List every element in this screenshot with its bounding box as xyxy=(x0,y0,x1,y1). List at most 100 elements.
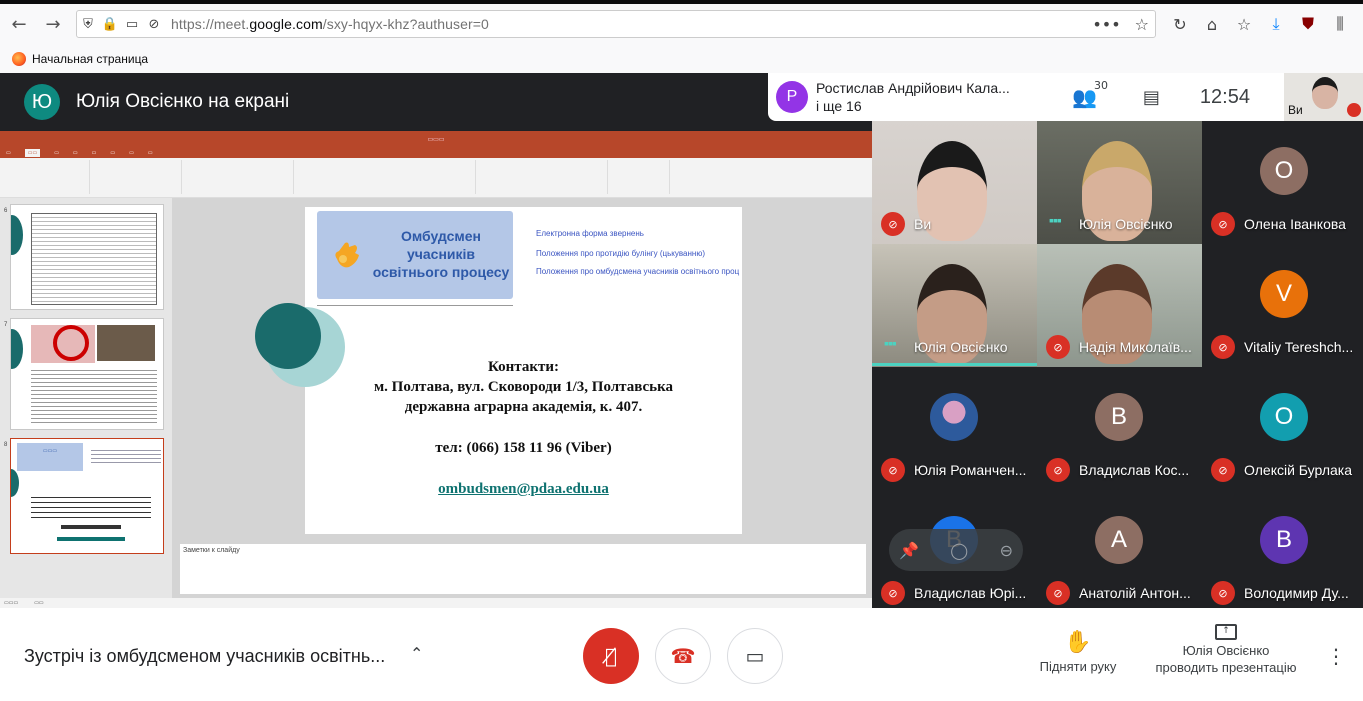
tile-hover-controls: 📌 ◯ ⊖ xyxy=(889,529,1023,571)
raise-hand-label: Підняти руку xyxy=(1039,659,1117,674)
mic-off-icon: ⊘ xyxy=(1211,335,1235,359)
ribbon-group-paragraph xyxy=(296,160,476,194)
slide-editor: Омбудсмен учасників освітнього процесу Е… xyxy=(172,198,872,598)
presenting-line1: Юлія Овсієнко xyxy=(1182,643,1270,658)
participant-name: Олексій Бурлака xyxy=(1244,462,1352,478)
active-speaker-more: і ще 16 xyxy=(816,98,862,114)
slide-thumb-6[interactable] xyxy=(10,204,164,310)
participant-photo xyxy=(930,393,978,441)
active-speaker-name: Ростислав Андрійович Кала... xyxy=(816,80,1010,96)
raise-hand-button[interactable]: ✋ Підняти руку xyxy=(1030,630,1126,674)
self-view-thumbnail[interactable]: Ви xyxy=(1284,73,1363,121)
thumb-number: 7 xyxy=(4,322,8,328)
bookmark-star-icon[interactable]: ☆ xyxy=(1135,15,1149,34)
participant-tile[interactable]: А ⊘ Анатолій Антон... xyxy=(1037,490,1202,613)
slide-thumb-7[interactable] xyxy=(10,318,164,430)
ribbon-group-font xyxy=(184,160,294,194)
slide-thumb-8-selected[interactable]: ▭▭▭ xyxy=(10,438,164,554)
mic-blocked-icon[interactable]: ⊘ xyxy=(143,17,165,32)
participant-name: Владислав Юрі... xyxy=(914,585,1027,601)
back-icon[interactable]: ← xyxy=(4,9,34,39)
participant-tile[interactable]: В ⊘ Владислав Кос... xyxy=(1037,367,1202,490)
clock: 12:54 xyxy=(1199,85,1250,108)
mic-off-icon: ⊘ xyxy=(881,458,905,482)
speaking-icon: ▪▪▪ xyxy=(1049,212,1062,228)
mic-off-icon: ⊘ xyxy=(1046,581,1070,605)
ombudsman-logo: Омбудсмен учасників освітнього процесу xyxy=(317,211,513,299)
participant-avatar: В xyxy=(1095,393,1143,441)
active-speaker-avatar: Р xyxy=(776,81,808,113)
participant-tile[interactable]: ⊘ Надія Миколаїв... xyxy=(1037,244,1202,367)
mute-for-all-icon[interactable]: ◯ xyxy=(950,541,968,560)
ribbon-group-clipboard xyxy=(2,160,90,194)
slide-thumbnails: 6 7 8 ▭▭▭ xyxy=(0,198,172,598)
meeting-title[interactable]: Зустріч із омбудсменом учасників освітнь… xyxy=(24,646,385,667)
phone: тел: (066) 158 11 96 (Viber) xyxy=(435,440,612,456)
bookmarks-menu-icon[interactable]: ☆ xyxy=(1232,10,1256,38)
participant-name: Юлія Овсієнко xyxy=(1079,216,1173,232)
presenting-button[interactable]: ↑ Юлія Овсієнко проводить презентацію xyxy=(1145,624,1307,676)
link-bullying-policy[interactable]: Положення про протидію булінгу (цькуванн… xyxy=(536,249,705,258)
email-link[interactable]: ombudsmen@pdaa.edu.ua xyxy=(305,481,742,498)
chat-icon[interactable]: ▤ xyxy=(1143,87,1160,108)
shared-screen: ▭▭▭ ▭ ▭▭ ▭ ▭ ▭ ▭ ▭ ▭ 6 7 8 ▭▭▭ Омбудсмен… xyxy=(0,131,872,608)
ppt-ribbon-tabs: ▭ ▭▭ ▭ ▭ ▭ ▭ ▭ ▭ xyxy=(0,147,872,158)
bookmark-home[interactable]: Начальная страница xyxy=(32,52,148,66)
shield-icon[interactable]: ⛨ xyxy=(77,17,99,32)
participant-name: Ви xyxy=(914,216,932,232)
self-label: Ви xyxy=(1288,103,1303,117)
presenting-line2: проводить презентацію xyxy=(1155,660,1297,675)
participant-tile[interactable]: ⊘ Ви xyxy=(872,121,1037,244)
library-icon[interactable]: ⫼ xyxy=(1328,10,1352,38)
participant-tile[interactable]: В ⊘ Володимир Ду... xyxy=(1202,490,1363,613)
firefox-icon xyxy=(12,52,26,66)
participant-tile[interactable]: ▪▪▪ Юлія Овсієнко xyxy=(1037,121,1202,244)
browser-chrome: ← → ⛨ 🔒 ▭ ⊘ https://meet.google.com/sxy-… xyxy=(0,0,1363,73)
participant-avatar: А xyxy=(1095,516,1143,564)
reload-icon[interactable]: ↻ xyxy=(1168,10,1192,38)
self-face xyxy=(1312,77,1338,109)
participant-tile[interactable]: О ⊘ Олексій Бурлака xyxy=(1202,367,1363,490)
camera-toggle-button[interactable]: ▭ xyxy=(727,628,783,684)
more-actions-icon[interactable]: ••• xyxy=(1092,15,1120,34)
more-options-icon[interactable]: ⋮ xyxy=(1326,644,1346,668)
remove-icon[interactable]: ⊖ xyxy=(1000,541,1013,560)
contacts-title: Контакти: xyxy=(488,359,559,375)
hand-icon: ✋ xyxy=(1064,630,1092,655)
leave-call-button[interactable]: ☎ xyxy=(655,628,711,684)
mic-off-icon: ⊘ xyxy=(1211,581,1235,605)
people-icon[interactable]: 👥 30 xyxy=(1072,79,1108,109)
participant-avatar: V xyxy=(1260,270,1308,318)
participant-tile[interactable]: ▪▪▪ Юлія Овсієнко xyxy=(872,244,1037,367)
ribbon-group-drawing xyxy=(478,160,608,194)
participant-tile[interactable]: V ⊘ Vitaliy Tereshch... xyxy=(1202,244,1363,367)
hand-logo-icon xyxy=(335,242,359,268)
download-icon[interactable]: ⤓ xyxy=(1264,10,1288,38)
participant-tile[interactable]: ⊘ Юлія Романчен... xyxy=(872,367,1037,490)
participant-name: Надія Миколаїв... xyxy=(1079,339,1192,355)
mic-toggle-button[interactable]: 🎙̸ xyxy=(583,628,639,684)
top-right-controls: 👥 30 ▤ 12:54 xyxy=(1048,73,1284,121)
link-complaint-form[interactable]: Електронна форма звернень xyxy=(536,229,644,238)
lock-icon[interactable]: 🔒 xyxy=(99,17,121,32)
divider xyxy=(317,305,513,306)
participant-avatar: В xyxy=(1260,516,1308,564)
participant-tile[interactable]: О ⊘ Олена Іванкова xyxy=(1202,121,1363,244)
ublock-icon[interactable]: ⛊ xyxy=(1296,10,1320,38)
current-slide: Омбудсмен учасників освітнього процесу Е… xyxy=(255,207,742,534)
thumb-number: 6 xyxy=(4,208,8,214)
presenter-title: Юлія Овсієнко на екрані xyxy=(76,91,290,112)
participant-name: Олена Іванкова xyxy=(1244,216,1346,232)
pin-icon[interactable]: 📌 xyxy=(899,541,919,560)
url-text[interactable]: https://meet.google.com/sxy-hqyx-khz?aut… xyxy=(171,16,489,32)
slide-notes[interactable]: Заметки к слайду xyxy=(180,544,866,594)
address-line1: м. Полтава, вул. Сковороди 1/3, Полтавсь… xyxy=(373,379,674,395)
camera-permission-icon[interactable]: ▭ xyxy=(121,17,143,32)
active-speaker-box[interactable]: Р Ростислав Андрійович Кала... і ще 16 xyxy=(768,73,1048,121)
chevron-up-icon[interactable]: ⌃ xyxy=(410,644,423,663)
link-ombudsman-policy[interactable]: Положення про омбудсмена учасників освіт… xyxy=(536,267,739,276)
forward-icon[interactable]: → xyxy=(38,9,68,39)
url-bar[interactable]: ⛨ 🔒 ▭ ⊘ https://meet.google.com/sxy-hqyx… xyxy=(76,10,1156,38)
home-icon[interactable]: ⌂ xyxy=(1200,10,1224,38)
camera-icon: ▭ xyxy=(745,644,765,668)
